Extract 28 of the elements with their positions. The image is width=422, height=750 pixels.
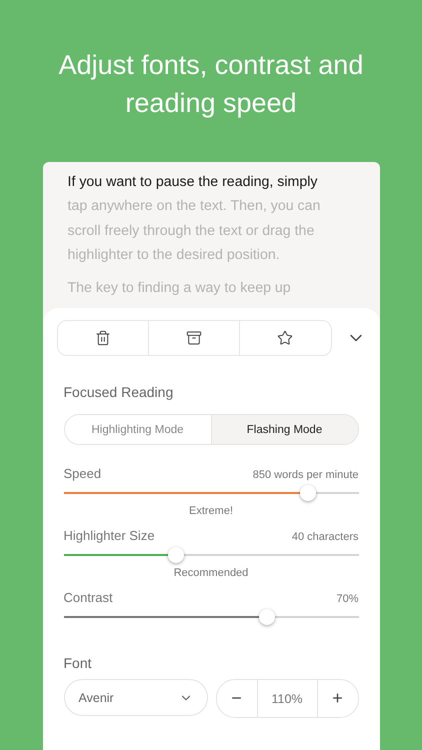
slider-track[interactable] [64,547,358,563]
slider-value: 850 words per minute [252,469,358,481]
archive-icon [186,330,202,346]
slider-track[interactable] [64,609,358,625]
slider-value: 70% [336,593,358,605]
star-icon [277,330,294,346]
text-line: highlighter to the desired position. [68,246,281,265]
star-button[interactable] [239,321,330,355]
text-line: The key to finding a way to keep up [68,279,292,298]
text-line: scroll freely through the text or drag the [68,222,316,241]
trash-icon [94,330,111,346]
slider-label: Highlighter Size [64,528,155,543]
slider-value: 40 characters [292,531,358,543]
text-line: tap anywhere on the text. Then, you can [68,197,322,216]
font-select[interactable]: Avenir [64,679,208,716]
headline: Adjust fonts, contrast and reading speed [58,49,364,120]
section-title: Focused Reading [64,384,174,400]
slider-track[interactable] [64,485,358,501]
slider-note: Recommended [174,567,248,579]
slider-thumb[interactable] [259,609,276,625]
slider-label: Speed [64,466,102,481]
section-title: Font [64,655,93,671]
highlighted-text-line: If you want to pause the reading, simply [68,173,318,192]
slider-thumb[interactable] [168,547,184,563]
slider-note: Extreme! [188,505,233,517]
slider-label: Contrast [64,590,113,605]
slider-thumb[interactable] [300,485,316,501]
mode-tab[interactable]: Flashing Mode [210,415,358,444]
